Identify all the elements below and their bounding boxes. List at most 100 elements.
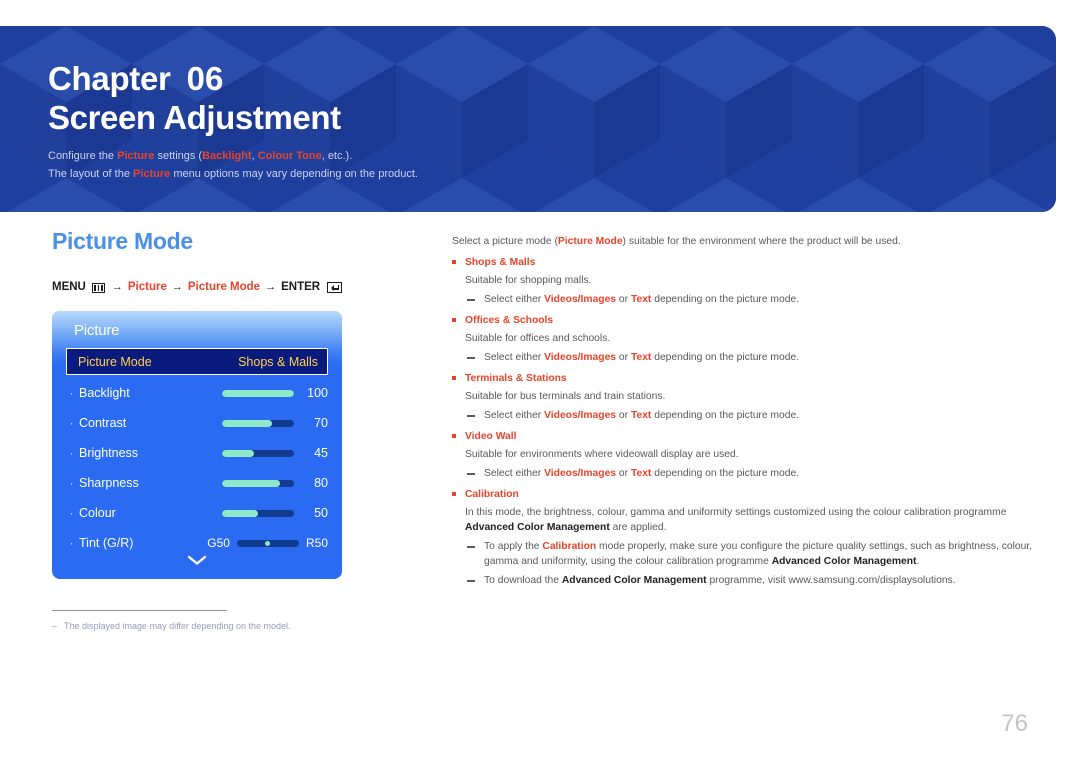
text-run: or — [616, 352, 631, 363]
menu-label: MENU — [52, 281, 86, 293]
list-item: Terminals & Stations Suitable for bus te… — [452, 371, 1044, 423]
footnote-dash: – — [52, 621, 58, 631]
text-run: In this mode, the brightness, colour, ga… — [465, 507, 1007, 518]
slider-knob[interactable] — [265, 540, 271, 546]
highlight-text: Text — [630, 294, 652, 305]
osd-row-value: 70 — [314, 416, 328, 430]
slider-track[interactable] — [222, 389, 294, 397]
dash-icon — [467, 299, 475, 301]
sub-note: Select either Videos/Images or Text depe… — [465, 292, 799, 307]
dash-icon — [467, 415, 475, 417]
highlight-picture: Picture — [117, 150, 155, 162]
osd-row-label: Brightness — [79, 446, 139, 460]
slider-fill — [222, 479, 280, 487]
osd-row-label: Picture Mode — [78, 354, 152, 369]
bullet-icon: · — [69, 416, 74, 430]
highlight-text: Text — [630, 410, 652, 421]
footnote-label: The displayed image may differ depending… — [64, 621, 291, 631]
slider-track[interactable] — [222, 509, 294, 517]
text-run: To apply the — [484, 541, 543, 552]
osd-row-contrast[interactable]: · Contrast 70 — [66, 408, 329, 438]
osd-row-backlight[interactable]: · Backlight 100 — [66, 378, 329, 408]
osd-row-value: 100 — [307, 386, 328, 400]
slider-fill — [222, 389, 294, 397]
osd-slider[interactable]: 50 — [222, 506, 328, 520]
osd-tint-slider[interactable]: G50 R50 — [207, 536, 328, 550]
chapter-title: Screen Adjustment — [48, 99, 341, 136]
slider-track[interactable] — [222, 419, 294, 427]
slider-track[interactable] — [222, 479, 294, 487]
chapter-word: Chapter — [48, 60, 171, 97]
text-run: depending on the picture mode. — [651, 468, 800, 479]
highlight-videos-images: Videos/Images — [544, 410, 617, 421]
osd-row-brightness[interactable]: · Brightness 45 — [66, 438, 329, 468]
footnote-text: – The displayed image may differ dependi… — [52, 620, 412, 633]
mode-title-offices-schools: Offices & Schools — [465, 315, 554, 326]
highlight-advanced-color-management: Advanced Color Management — [465, 522, 610, 533]
footnote-block: – The displayed image may differ dependi… — [52, 610, 412, 633]
list-item: Shops & Malls Suitable for shopping mall… — [452, 255, 1044, 307]
bullet-icon: · — [69, 536, 74, 550]
osd-row-value: Shops & Malls — [238, 354, 318, 369]
dash-icon — [467, 357, 475, 359]
highlight-videos-images: Videos/Images — [544, 352, 617, 363]
bullet-icon: · — [69, 506, 74, 520]
text-run: The layout of the — [48, 168, 133, 180]
calibration-description: In this mode, the brightness, colour, ga… — [465, 505, 1044, 535]
osd-slider[interactable]: 100 — [222, 386, 328, 400]
list-item: Offices & Schools Suitable for offices a… — [452, 313, 1044, 365]
osd-row-label: Colour — [79, 506, 116, 520]
osd-slider[interactable]: 45 — [222, 446, 328, 460]
banner-subtitle-line-2: The layout of the Picture menu options m… — [48, 165, 1056, 183]
chapter-heading: Chapter 06 — [48, 60, 1056, 98]
slider-fill — [222, 419, 273, 427]
text-run: Select a picture mode ( — [452, 236, 558, 247]
mode-description: Suitable for shopping malls. — [465, 275, 592, 286]
text-run: or — [616, 294, 631, 305]
chevron-down-icon[interactable] — [186, 554, 208, 566]
bullet-square-icon — [452, 376, 456, 380]
manual-page: Chapter 06 Screen Adjustment Configure t… — [0, 0, 1080, 763]
osd-slider[interactable]: 70 — [222, 416, 328, 430]
text-run: , etc.). — [321, 150, 353, 162]
right-column: Select a picture mode (Picture Mode) sui… — [452, 234, 1044, 588]
highlight-picture: Picture — [133, 168, 171, 180]
footnote-divider — [52, 610, 227, 611]
osd-row-sharpness[interactable]: · Sharpness 80 — [66, 468, 329, 498]
slider-track[interactable] — [236, 539, 299, 547]
highlight-colour-tone: Colour Tone — [257, 150, 322, 162]
banner-subtitle-line-1: Configure the Picture settings (Backligh… — [48, 147, 1056, 165]
highlight-videos-images: Videos/Images — [544, 468, 617, 479]
list-item-calibration: Calibration In this mode, the brightness… — [452, 487, 1044, 588]
text-run: Select either — [484, 352, 545, 363]
bullet-square-icon — [452, 260, 456, 264]
osd-row-value: 50 — [314, 506, 328, 520]
highlight-advanced-color-management: Advanced Color Management — [771, 556, 917, 567]
text-run: or — [616, 468, 631, 479]
text-run: Select either — [484, 294, 545, 305]
osd-row-colour[interactable]: · Colour 50 — [66, 498, 329, 528]
osd-row-label: Contrast — [79, 416, 127, 430]
slider-track[interactable] — [222, 449, 294, 457]
osd-scroll-down[interactable] — [52, 553, 342, 571]
text-run: To download the — [484, 575, 562, 586]
highlight-advanced-color-management: Advanced Color Management — [561, 575, 707, 586]
highlight-backlight: Backlight — [202, 150, 252, 162]
osd-row-picture-mode[interactable]: Picture Mode Shops & Malls — [66, 348, 328, 375]
chapter-number: 06 — [186, 60, 224, 97]
dash-icon — [467, 473, 475, 475]
arrow-icon: → — [265, 281, 277, 293]
text-run: or — [616, 410, 631, 421]
dash-icon — [467, 580, 475, 582]
left-column: Picture Mode MENU → Picture → Picture Mo… — [52, 228, 432, 579]
bullet-square-icon — [452, 492, 456, 496]
enter-label: ENTER — [281, 281, 321, 293]
sub-note: Select either Videos/Images or Text depe… — [465, 350, 799, 365]
bullet-icon: · — [69, 446, 74, 460]
text-run: are applied. — [609, 522, 667, 533]
osd-slider[interactable]: 80 — [222, 476, 328, 490]
mode-title-terminals-stations: Terminals & Stations — [465, 373, 567, 384]
bullet-square-icon — [452, 318, 456, 322]
highlight-calibration: Calibration — [542, 541, 597, 552]
osd-row-list: Picture Mode Shops & Malls · Backlight 1… — [66, 348, 328, 558]
